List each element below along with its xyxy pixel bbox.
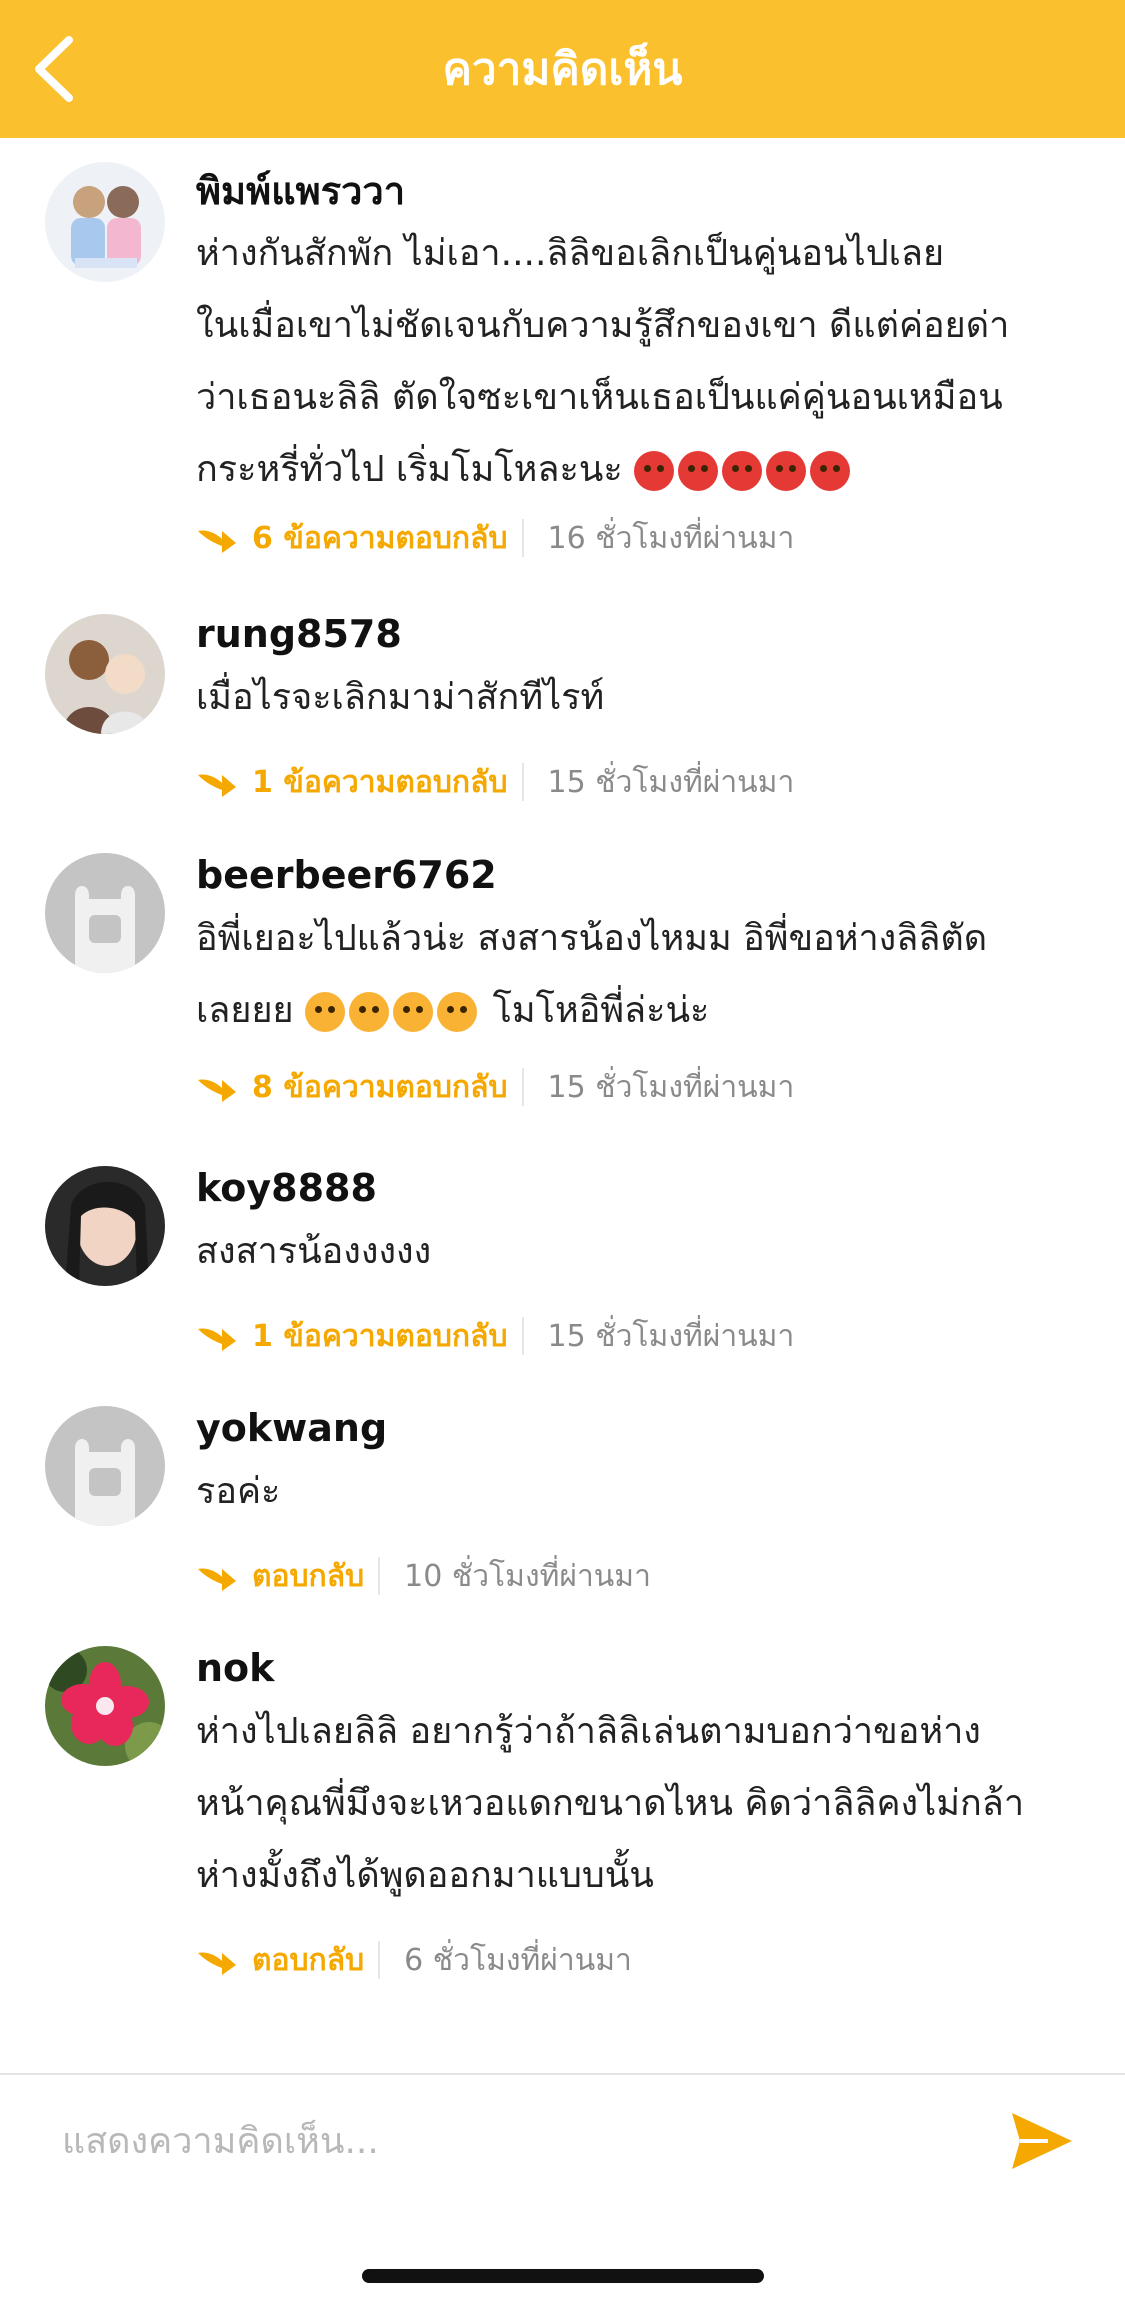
angry-face-emoji-icon: [722, 451, 763, 491]
comment-input[interactable]: [60, 2097, 964, 2185]
comment-username[interactable]: yokwang: [196, 1406, 387, 1450]
reply-button[interactable]: ตอบกลับ: [196, 1937, 364, 1984]
comment-line: ห่างมั้งถึงได้พูดออกมาแบบนั้น: [196, 1855, 654, 1896]
meta-divider: [521, 1068, 524, 1106]
comment-text: สงสารน้องงงงง: [196, 1216, 1086, 1288]
comment-line: ห่างกันสักพัก ไม่เอา....ลิลิขอเลิกเป็นคู…: [196, 233, 945, 274]
meta-divider: [378, 1557, 381, 1595]
reply-arrow-icon: [198, 530, 236, 553]
reply-arrow-icon: [198, 774, 236, 797]
comment-line: ในเมื่อเขาไม่ชัดเจนกับความรู้สึกของเขา ด…: [196, 305, 1010, 346]
meta-divider: [521, 763, 524, 801]
comment-meta: 1 ข้อความตอบกลับ 15 ชั่วโมงที่ผ่านมา: [196, 1308, 794, 1364]
comment-meta: 6 ข้อความตอบกลับ 16 ชั่วโมงที่ผ่านมา: [196, 510, 794, 566]
avatar[interactable]: [45, 162, 165, 282]
reply-count-label: 1 ข้อความตอบกลับ: [252, 764, 508, 800]
avatar[interactable]: [45, 1406, 165, 1526]
comment-username[interactable]: พิมพ์แพรววา: [196, 160, 405, 221]
timestamp: 16 ชั่วโมงที่ผ่านมา: [547, 520, 795, 556]
comment-text: ห่างกันสักพัก ไม่เอา....ลิลิขอเลิกเป็นคู…: [196, 218, 1086, 506]
timestamp: 15 ชั่วโมงที่ผ่านมา: [547, 764, 795, 800]
comment-text: เมื่อไรจะเลิกมาม่าสักทีไรท์: [196, 662, 1086, 734]
comment-line: รอค่ะ: [196, 1471, 281, 1512]
comment-username[interactable]: koy8888: [196, 1166, 377, 1210]
page-title: ความคิดเห็น: [442, 44, 683, 95]
avatar[interactable]: [45, 1646, 165, 1766]
reply-label: ตอบกลับ: [252, 1558, 365, 1594]
comment-line: สงสารน้องงงงง: [196, 1231, 432, 1272]
comment-line-with-emoji: เลยยย โมโหอิพี่ล่ะน่ะ: [196, 975, 1086, 1047]
meta-divider: [378, 1941, 381, 1979]
face-with-steam-emoji-icon: [349, 992, 390, 1032]
comment-text: อิพี่เยอะไปแล้วน่ะ สงสารน้องไหมม อิพี่ขอ…: [196, 903, 1086, 1047]
comment-text: รอค่ะ: [196, 1456, 1086, 1528]
reply-arrow-icon: [198, 1079, 236, 1102]
comment-meta: ตอบกลับ 10 ชั่วโมงที่ผ่านมา: [196, 1548, 651, 1604]
reply-count-label: 8 ข้อความตอบกลับ: [252, 1069, 508, 1105]
comment-username[interactable]: nok: [196, 1646, 274, 1690]
comment-line: เมื่อไรจะเลิกมาม่าสักทีไรท์: [196, 677, 605, 718]
home-indicator: [362, 2269, 764, 2283]
comment-meta: 1 ข้อความตอบกลับ 15 ชั่วโมงที่ผ่านมา: [196, 754, 794, 810]
comment-line: กระหรี่ทั่วไป เริ่มโมโหละนะ: [196, 449, 623, 490]
reply-button[interactable]: 8 ข้อความตอบกลับ: [196, 1064, 508, 1111]
comment-meta: 8 ข้อความตอบกลับ 15 ชั่วโมงที่ผ่านมา: [196, 1059, 794, 1115]
timestamp: 15 ชั่วโมงที่ผ่านมา: [547, 1318, 795, 1354]
comment-text: ห่างไปเลยลิลิ อยากรู้ว่าถ้าลิลิเล่นตามบอ…: [196, 1696, 1086, 1912]
avatar[interactable]: [45, 614, 165, 734]
comment-line: หน้าคุณพี่มึงจะเหวอแดกขนาดไหน คิดว่าลิลิ…: [196, 1783, 1025, 1824]
reply-button[interactable]: 6 ข้อความตอบกลับ: [196, 515, 508, 562]
comment-line: ว่าเธอนะลิลิ ตัดใจซะเขาเห็นเธอเป็นแค่คู่…: [196, 377, 1003, 418]
reply-button[interactable]: ตอบกลับ: [196, 1553, 364, 1600]
comment-username[interactable]: rung8578: [196, 612, 402, 656]
angry-face-emoji-icon: [634, 451, 675, 491]
reply-arrow-icon: [198, 1328, 236, 1351]
reply-count-label: 6 ข้อความตอบกลับ: [252, 520, 508, 556]
reply-button[interactable]: 1 ข้อความตอบกลับ: [196, 1313, 508, 1360]
comment-line: เลยยย: [196, 990, 294, 1031]
timestamp: 15 ชั่วโมงที่ผ่านมา: [547, 1069, 795, 1105]
comment-line-with-emoji: กระหรี่ทั่วไป เริ่มโมโหละนะ: [196, 434, 1086, 506]
reply-label: ตอบกลับ: [252, 1942, 365, 1978]
angry-face-emoji-icon: [810, 451, 851, 491]
avatar[interactable]: [45, 853, 165, 973]
comment-input-bar: [0, 2075, 1125, 2205]
comment-line: อิพี่เยอะไปแล้วน่ะ สงสารน้องไหมม อิพี่ขอ…: [196, 918, 988, 959]
meta-divider: [521, 1317, 524, 1355]
comment-line-suffix: โมโหอิพี่ล่ะน่ะ: [492, 990, 710, 1031]
comment-line: ห่างไปเลยลิลิ อยากรู้ว่าถ้าลิลิเล่นตามบอ…: [196, 1711, 981, 1752]
default-avatar-icon: [45, 853, 165, 973]
send-button[interactable]: [1010, 2111, 1074, 2171]
face-with-steam-emoji-icon: [305, 992, 346, 1032]
send-icon: [1012, 2113, 1072, 2169]
reply-arrow-icon: [198, 1952, 236, 1975]
angry-face-emoji-icon: [766, 451, 807, 491]
timestamp: 6 ชั่วโมงที่ผ่านมา: [404, 1942, 632, 1978]
timestamp: 10 ชั่วโมงที่ผ่านมา: [404, 1558, 651, 1594]
default-avatar-icon: [45, 1406, 165, 1526]
reply-button[interactable]: 1 ข้อความตอบกลับ: [196, 759, 508, 806]
app-header: ความคิดเห็น: [0, 0, 1125, 138]
reply-arrow-icon: [198, 1568, 236, 1591]
avatar[interactable]: [45, 1166, 165, 1286]
comment-username[interactable]: beerbeer6762: [196, 853, 497, 897]
angry-face-emoji-icon: [678, 451, 719, 491]
face-with-steam-emoji-icon: [437, 992, 478, 1032]
comment-list[interactable]: พิมพ์แพรววา ห่างกันสักพัก ไม่เอา....ลิลิ…: [0, 138, 1125, 2073]
comment-meta: ตอบกลับ 6 ชั่วโมงที่ผ่านมา: [196, 1932, 632, 1988]
reply-count-label: 1 ข้อความตอบกลับ: [252, 1318, 508, 1354]
face-with-steam-emoji-icon: [393, 992, 434, 1032]
meta-divider: [521, 519, 524, 557]
